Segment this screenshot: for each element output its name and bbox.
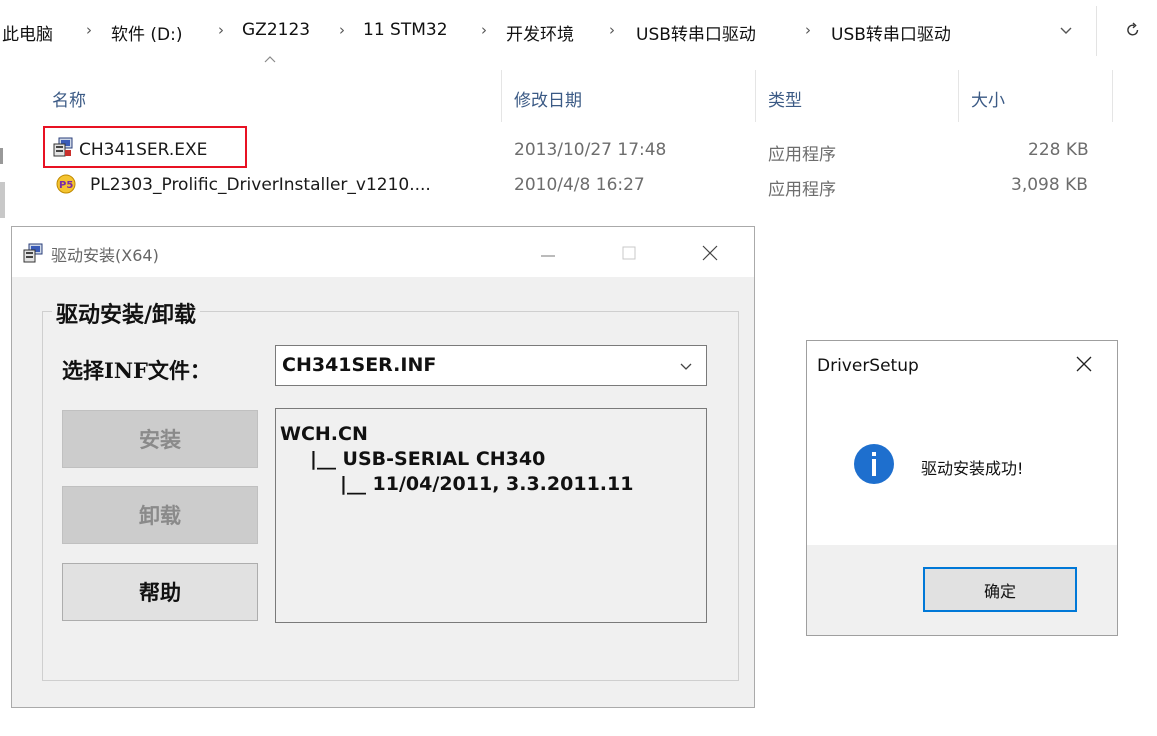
driver-installer-window: 驱动安装(X64) 驱动安装/卸载 选择INF文件： CH341SER.INF … bbox=[11, 226, 755, 708]
help-button-label: 帮助 bbox=[139, 580, 181, 605]
group-title: 驱动安装/卸载 bbox=[52, 297, 201, 329]
title-bar[interactable]: 驱动安装(X64) bbox=[12, 227, 754, 277]
breadcrumb-usb-serial-driver-1[interactable]: USB转串口驱动 bbox=[636, 20, 756, 45]
column-divider[interactable] bbox=[958, 70, 959, 122]
file-type: 应用程序 bbox=[768, 145, 836, 165]
driver-setup-dialog: DriverSetup 驱动安装成功! 确定 bbox=[806, 340, 1118, 636]
file-size: 228 KB bbox=[1028, 140, 1089, 160]
breadcrumb-separator-icon: › bbox=[218, 21, 224, 39]
refresh-icon[interactable] bbox=[1124, 21, 1142, 39]
window-title: 驱动安装(X64) bbox=[51, 246, 159, 265]
maximize-icon[interactable] bbox=[621, 245, 637, 261]
close-icon[interactable] bbox=[1075, 355, 1093, 373]
svg-text:P5: P5 bbox=[59, 180, 73, 191]
ok-button-label: 确定 bbox=[983, 581, 1016, 601]
inf-select[interactable]: CH341SER.INF bbox=[275, 345, 707, 386]
divider bbox=[1096, 6, 1097, 56]
ok-button[interactable]: 确定 bbox=[923, 567, 1077, 612]
column-header-name[interactable]: 名称 bbox=[52, 86, 86, 111]
breadcrumb-this-pc[interactable]: 此电脑 bbox=[2, 20, 53, 45]
inf-select-value: CH341SER.INF bbox=[282, 354, 437, 376]
select-inf-label: 选择INF文件： bbox=[62, 358, 211, 383]
installer-app-icon bbox=[22, 242, 44, 264]
info-line-vendor: WCH.CN bbox=[280, 423, 368, 445]
column-header-type[interactable]: 类型 bbox=[768, 86, 802, 111]
breadcrumb-separator-icon: › bbox=[86, 21, 92, 39]
sort-ascending-icon bbox=[263, 54, 277, 64]
breadcrumb-dev-env[interactable]: 开发环境 bbox=[506, 20, 574, 45]
minimize-icon[interactable] bbox=[540, 245, 556, 261]
driver-info-box: WCH.CN |__ USB-SERIAL CH340 |__ 11/04/20… bbox=[275, 408, 707, 623]
help-button[interactable]: 帮助 bbox=[62, 563, 258, 621]
column-divider[interactable] bbox=[501, 70, 502, 122]
file-size: 3,098 KB bbox=[1011, 175, 1088, 195]
scrollbar-thumb[interactable] bbox=[0, 182, 5, 218]
dialog-title: DriverSetup bbox=[817, 356, 919, 376]
prolific-installer-icon: P5 bbox=[55, 173, 77, 195]
file-name: CH341SER.EXE bbox=[79, 140, 208, 160]
column-divider[interactable] bbox=[755, 70, 756, 122]
file-name: PL2303_Prolific_DriverInstaller_v1210...… bbox=[90, 175, 431, 195]
file-date: 2010/4/8 16:27 bbox=[514, 175, 645, 195]
column-header-date[interactable]: 修改日期 bbox=[514, 86, 582, 111]
breadcrumb-separator-icon: › bbox=[339, 21, 345, 39]
breadcrumb-drive-d[interactable]: 软件 (D:) bbox=[111, 20, 183, 45]
close-icon[interactable] bbox=[701, 244, 719, 262]
info-line-device: |__ USB-SERIAL CH340 bbox=[310, 448, 546, 470]
uninstall-button[interactable]: 卸载 bbox=[62, 486, 258, 544]
chevron-down-icon[interactable] bbox=[679, 359, 693, 373]
uninstall-button-label: 卸载 bbox=[139, 503, 181, 528]
chevron-down-icon[interactable] bbox=[1058, 22, 1074, 38]
breadcrumb-separator-icon: › bbox=[805, 21, 811, 39]
breadcrumb-stm32[interactable]: 11 STM32 bbox=[363, 20, 448, 40]
info-line-version: |__ 11/04/2011, 3.3.2011.11 bbox=[340, 473, 634, 495]
file-type: 应用程序 bbox=[768, 180, 836, 200]
address-bar[interactable]: 此电脑 › 软件 (D:) › GZ2123 › 11 STM32 › 开发环境… bbox=[0, 0, 1157, 62]
scrollbar-mark bbox=[0, 148, 3, 164]
breadcrumb-gz2123[interactable]: GZ2123 bbox=[242, 20, 310, 40]
breadcrumb-separator-icon: › bbox=[481, 21, 487, 39]
setup-icon bbox=[52, 136, 74, 158]
breadcrumb-separator-icon: › bbox=[609, 21, 615, 39]
file-date: 2013/10/27 17:48 bbox=[514, 140, 667, 160]
info-icon bbox=[853, 443, 895, 485]
column-header-size[interactable]: 大小 bbox=[971, 86, 1005, 111]
column-divider[interactable] bbox=[1112, 70, 1113, 122]
install-button[interactable]: 安装 bbox=[62, 410, 258, 468]
breadcrumb-usb-serial-driver-2[interactable]: USB转串口驱动 bbox=[831, 20, 951, 45]
dialog-message: 驱动安装成功! bbox=[921, 459, 1024, 478]
install-button-label: 安装 bbox=[139, 427, 181, 452]
